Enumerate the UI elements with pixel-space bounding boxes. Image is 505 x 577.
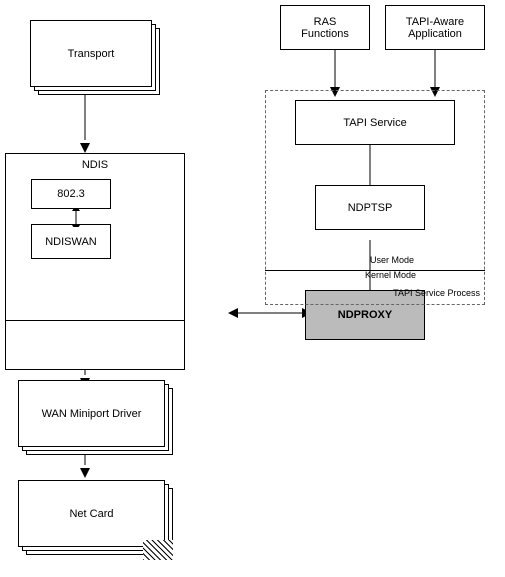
ieee802-label: 802.3 bbox=[57, 188, 85, 200]
ras-functions-label: RAS Functions bbox=[301, 16, 349, 40]
ieee802-box: 802.3 bbox=[31, 179, 111, 209]
kernel-mode-label: Kernel Mode bbox=[365, 270, 416, 280]
ndiswan-label: NDISWAN bbox=[45, 236, 97, 248]
ndproxy-label: NDPROXY bbox=[338, 309, 392, 321]
tapi-service-box: TAPI Service bbox=[295, 100, 455, 145]
transport-label: Transport bbox=[68, 48, 115, 60]
inner-arrow-ndis bbox=[66, 209, 86, 227]
transport-stack: Transport bbox=[30, 20, 160, 95]
tapi-app-label: TAPI-Aware Application bbox=[406, 16, 464, 40]
wan-miniport-stack: WAN Miniport Driver bbox=[18, 380, 173, 455]
ndis-box: NDIS 802.3 NDISWAN bbox=[5, 153, 185, 328]
user-mode-label: User Mode bbox=[370, 255, 414, 265]
ndis-lower-box bbox=[5, 320, 185, 370]
wan-miniport-label: WAN Miniport Driver bbox=[42, 408, 142, 420]
net-card-label: Net Card bbox=[69, 508, 113, 520]
net-card-stack: Net Card bbox=[18, 480, 173, 560]
tapi-service-process-label: TAPI Service Process bbox=[393, 288, 480, 300]
diagram-container: Transport NDIS 802.3 NDISWAN WAN Minipor… bbox=[0, 0, 505, 577]
ndiswan-box: NDISWAN bbox=[31, 224, 111, 259]
ndis-label: NDIS bbox=[82, 159, 108, 171]
ndptsp-label: NDPTSP bbox=[348, 202, 393, 214]
tapi-app-box: TAPI-Aware Application bbox=[385, 5, 485, 50]
ras-functions-box: RAS Functions bbox=[280, 5, 370, 50]
tapi-service-label: TAPI Service bbox=[343, 117, 406, 129]
ndptsp-box: NDPTSP bbox=[315, 185, 425, 230]
